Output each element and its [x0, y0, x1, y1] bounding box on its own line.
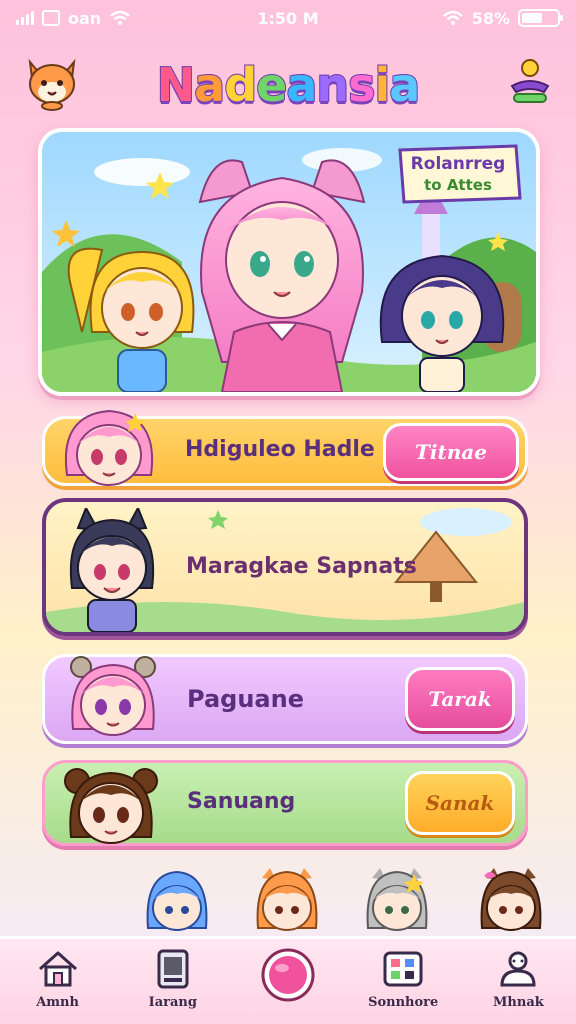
profile-icon[interactable]: [506, 56, 554, 108]
tab-grid-label: Sonnhore: [368, 995, 439, 1010]
mode-card-3-button[interactable]: Tarak: [405, 667, 515, 731]
mode-card-1[interactable]: Hdiguleo Hadle Titnae: [42, 409, 528, 486]
title-letter: a: [285, 57, 318, 113]
friends-row: [0, 866, 576, 936]
title-letter: e: [255, 57, 288, 113]
mode-card-1-button[interactable]: Titnae: [383, 423, 519, 481]
hero-banner[interactable]: Rolanrreg to Attes: [38, 128, 540, 396]
title-letter: a: [193, 57, 226, 113]
tab-device-label: Iarang: [148, 995, 197, 1010]
title-letter: i: [374, 57, 392, 113]
mode-card-4-label: Sanuang: [187, 789, 296, 814]
header: Nadeansia: [0, 48, 576, 128]
mode-card-2-label: Maragkae Sapnats: [186, 554, 417, 579]
brown-hair-friend-avatar[interactable]: [476, 866, 546, 936]
tab-grid[interactable]: Sonnhore: [346, 939, 461, 1024]
scroll-banner-icon: [398, 144, 522, 204]
mode-card-4-button[interactable]: Sanak: [405, 771, 515, 835]
pink-hair-avatar: [70, 656, 156, 736]
bottom-tab-bar: Amnh Iarang Sonnhore Mhnak: [0, 936, 576, 1024]
wifi-icon-right: [442, 10, 463, 25]
title-letter: d: [223, 57, 258, 113]
device-icon: [157, 949, 189, 989]
mode-card-4[interactable]: Sanuang Sanak: [42, 760, 528, 846]
brown-hair-avatar: [64, 768, 158, 844]
house-icon: [38, 951, 77, 987]
carrier-label: oan: [68, 8, 102, 28]
tab-center-action[interactable]: [230, 939, 345, 1024]
sim-icon: [42, 10, 60, 26]
mode-card-3-label: Paguane: [187, 685, 304, 713]
wifi-icon: [110, 10, 131, 25]
title-letter: n: [315, 57, 350, 113]
title-letter: s: [347, 57, 376, 113]
tab-chat[interactable]: Mhnak: [461, 939, 576, 1024]
battery-percent: 58%: [471, 8, 510, 28]
gray-hair-friend-avatar[interactable]: [362, 866, 432, 936]
title-letter: N: [156, 57, 196, 113]
app-title: Nadeansia: [0, 57, 576, 113]
title-letter: a: [388, 57, 421, 113]
event-tag[interactable]: Rolanrreg to Attes: [392, 142, 524, 206]
event-tag-line1: Rolanrreg: [410, 154, 506, 174]
mode-card-2[interactable]: Maragkae Sapnats: [42, 498, 528, 636]
grid-icon: [383, 951, 423, 987]
status-bar: oan 1:50 M 58%: [0, 0, 576, 36]
mode-card-1-label: Hdiguleo Hadle: [185, 437, 375, 462]
battery-icon: [518, 9, 563, 27]
chat-icon: [500, 951, 536, 987]
pink-girl-avatar: [64, 409, 154, 486]
blue-hair-friend-avatar[interactable]: [142, 866, 212, 936]
event-tag-line2: to Attes: [424, 176, 492, 194]
tab-chat-label: Mhnak: [493, 995, 544, 1010]
signal-icon: [16, 11, 34, 25]
cat-girl-avatar: [69, 508, 155, 632]
mode-card-3[interactable]: Paguane Tarak: [42, 654, 528, 744]
tab-device[interactable]: Iarang: [115, 939, 230, 1024]
center-button-icon: [261, 948, 315, 1002]
tab-home[interactable]: Amnh: [0, 939, 115, 1024]
orange-hair-friend-avatar[interactable]: [252, 866, 322, 936]
tab-home-label: Amnh: [36, 995, 79, 1010]
